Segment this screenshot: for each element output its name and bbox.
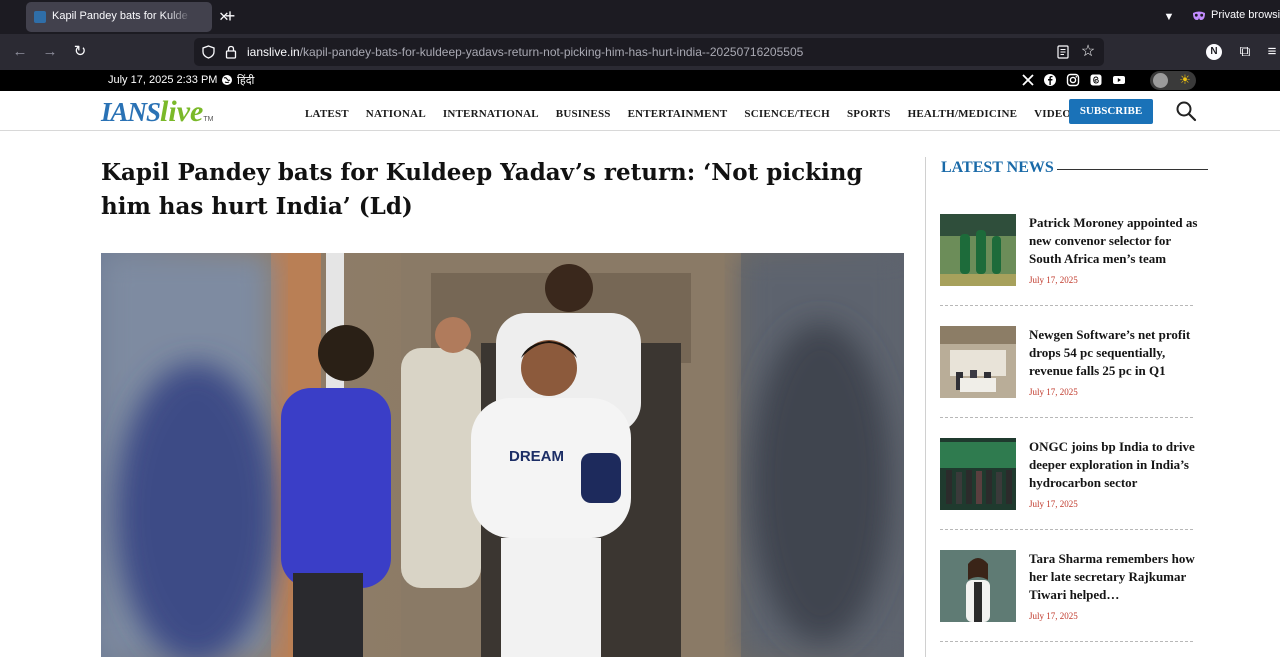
nav-science-tech[interactable]: SCIENCE/TECH — [744, 108, 830, 120]
hero-photo-illustration: DREAM — [101, 253, 904, 657]
portrait-thumbnail-illustration — [940, 550, 1016, 622]
news-date: July 17, 2025 — [1029, 275, 1078, 285]
ianslive-logo[interactable]: IANSliveTM — [101, 95, 227, 129]
nav-entertainment[interactable]: ENTERTAINMENT — [628, 108, 728, 120]
x-twitter-icon[interactable] — [1021, 73, 1035, 87]
dark-mode-toggle[interactable]: ☀ — [1150, 71, 1196, 90]
browser-tab-active[interactable]: Kapil Pandey bats for Kuldeep Yadav's re… — [26, 2, 229, 32]
reload-icon[interactable]: ↻ — [70, 42, 90, 62]
news-title[interactable]: ONGC joins bp India to drive deeper expl… — [1029, 438, 1199, 492]
news-item[interactable]: Patrick Moroney appointed as new conveno… — [940, 214, 1197, 306]
browser-tab-bar: Kapil Pandey bats for Kuldeep Yadav's re… — [0, 0, 1280, 34]
latest-news-heading: LATEST NEWS — [941, 159, 1054, 176]
cricket-thumbnail-illustration — [940, 214, 1016, 286]
site-header: IANSliveTM LATEST NATIONAL INTERNATIONAL BU… — [0, 91, 1280, 131]
nav-international[interactable]: INTERNATIONAL — [443, 108, 539, 120]
nav-health-medicine[interactable]: HEALTH/MEDICINE — [908, 108, 1018, 120]
forward-arrow-icon[interactable]: → — [40, 42, 60, 62]
logo-ians-text: IANS — [101, 97, 161, 127]
bookmark-star-icon[interactable]: ☆ — [1079, 43, 1097, 61]
main-navigation: LATEST NATIONAL INTERNATIONAL BUSINESS ENTER… — [305, 104, 1088, 120]
nav-business[interactable]: BUSINESS — [556, 108, 611, 120]
sidebar-divider — [925, 157, 926, 657]
globe-icon — [222, 75, 232, 85]
reader-view-icon[interactable] — [1056, 45, 1070, 59]
browser-toolbar: ← → ↻ ianslive.in/kapil-pandey-bats-for-… — [0, 34, 1280, 70]
url-text[interactable]: ianslive.in/kapil-pandey-bats-for-kuldee… — [247, 45, 1047, 61]
site-top-strip: July 17, 2025 2:33 PM हिंदी ☀ — [0, 70, 1280, 91]
private-browsing-mask-icon — [1193, 11, 1205, 20]
latest-news-rule — [1057, 169, 1208, 170]
url-host: ianslive.in — [247, 45, 300, 59]
chevron-down-icon[interactable]: ▼ — [1160, 8, 1178, 26]
url-path: /kapil-pandey-bats-for-kuldeep-yadavs-re… — [299, 45, 804, 59]
toggle-knob — [1153, 73, 1168, 88]
news-date: July 17, 2025 — [1029, 611, 1078, 621]
logo-trademark: TM — [203, 116, 214, 123]
back-arrow-icon[interactable]: ← — [10, 42, 30, 62]
lock-icon[interactable] — [225, 45, 237, 59]
nav-national[interactable]: NATIONAL — [366, 108, 426, 120]
hamburger-menu-icon[interactable]: ≡ — [1264, 43, 1280, 61]
tracking-shield-icon[interactable] — [202, 45, 215, 59]
jersey-text: DREAM — [509, 448, 564, 465]
threads-icon[interactable] — [1089, 73, 1103, 87]
event-thumbnail-illustration — [940, 326, 1016, 398]
news-date: July 17, 2025 — [1029, 499, 1078, 509]
private-browsing-label: Private browsing — [1211, 9, 1280, 21]
nav-sports[interactable]: SPORTS — [847, 108, 891, 120]
news-item[interactable]: ONGC joins bp India to drive deeper expl… — [940, 438, 1195, 530]
news-thumbnail[interactable] — [940, 326, 1016, 398]
news-thumbnail[interactable] — [940, 214, 1016, 286]
youtube-icon[interactable] — [1112, 73, 1126, 87]
nav-video[interactable]: VIDEO — [1034, 108, 1071, 120]
news-title[interactable]: Newgen Software’s net profit drops 54 pc… — [1029, 326, 1199, 380]
stage-thumbnail-illustration — [940, 438, 1016, 510]
extension-n-icon[interactable]: N — [1206, 44, 1222, 60]
news-title[interactable]: Tara Sharma remembers how her late secre… — [1029, 550, 1199, 604]
news-item[interactable]: Newgen Software’s net profit drops 54 pc… — [940, 326, 1193, 418]
current-datetime: July 17, 2025 2:33 PM — [108, 74, 218, 86]
logo-live-text: live — [160, 95, 204, 128]
news-date: July 17, 2025 — [1029, 387, 1078, 397]
extensions-puzzle-icon[interactable]: ⧉ — [1237, 43, 1253, 61]
nav-latest[interactable]: LATEST — [305, 108, 349, 120]
instagram-icon[interactable] — [1066, 73, 1080, 87]
tab-title-fade — [166, 8, 192, 26]
subscribe-button[interactable]: SUBSCRIBE — [1069, 99, 1153, 124]
new-tab-icon[interactable]: + — [220, 7, 240, 27]
site-favicon-icon — [34, 11, 46, 23]
search-icon[interactable] — [1175, 100, 1197, 122]
news-thumbnail[interactable] — [940, 438, 1016, 510]
article-hero-image[interactable]: DREAM — [101, 253, 904, 657]
news-title[interactable]: Patrick Moroney appointed as new conveno… — [1029, 214, 1199, 268]
language-switch-link[interactable]: हिंदी — [237, 73, 267, 88]
address-bar[interactable]: ianslive.in/kapil-pandey-bats-for-kuldee… — [194, 38, 1104, 66]
facebook-icon[interactable] — [1043, 73, 1057, 87]
article-headline: Kapil Pandey bats for Kuldeep Yadav’s re… — [101, 159, 863, 220]
news-thumbnail[interactable] — [940, 550, 1016, 622]
news-item[interactable]: Tara Sharma remembers how her late secre… — [940, 550, 1195, 642]
sun-icon: ☀ — [1179, 72, 1191, 87]
